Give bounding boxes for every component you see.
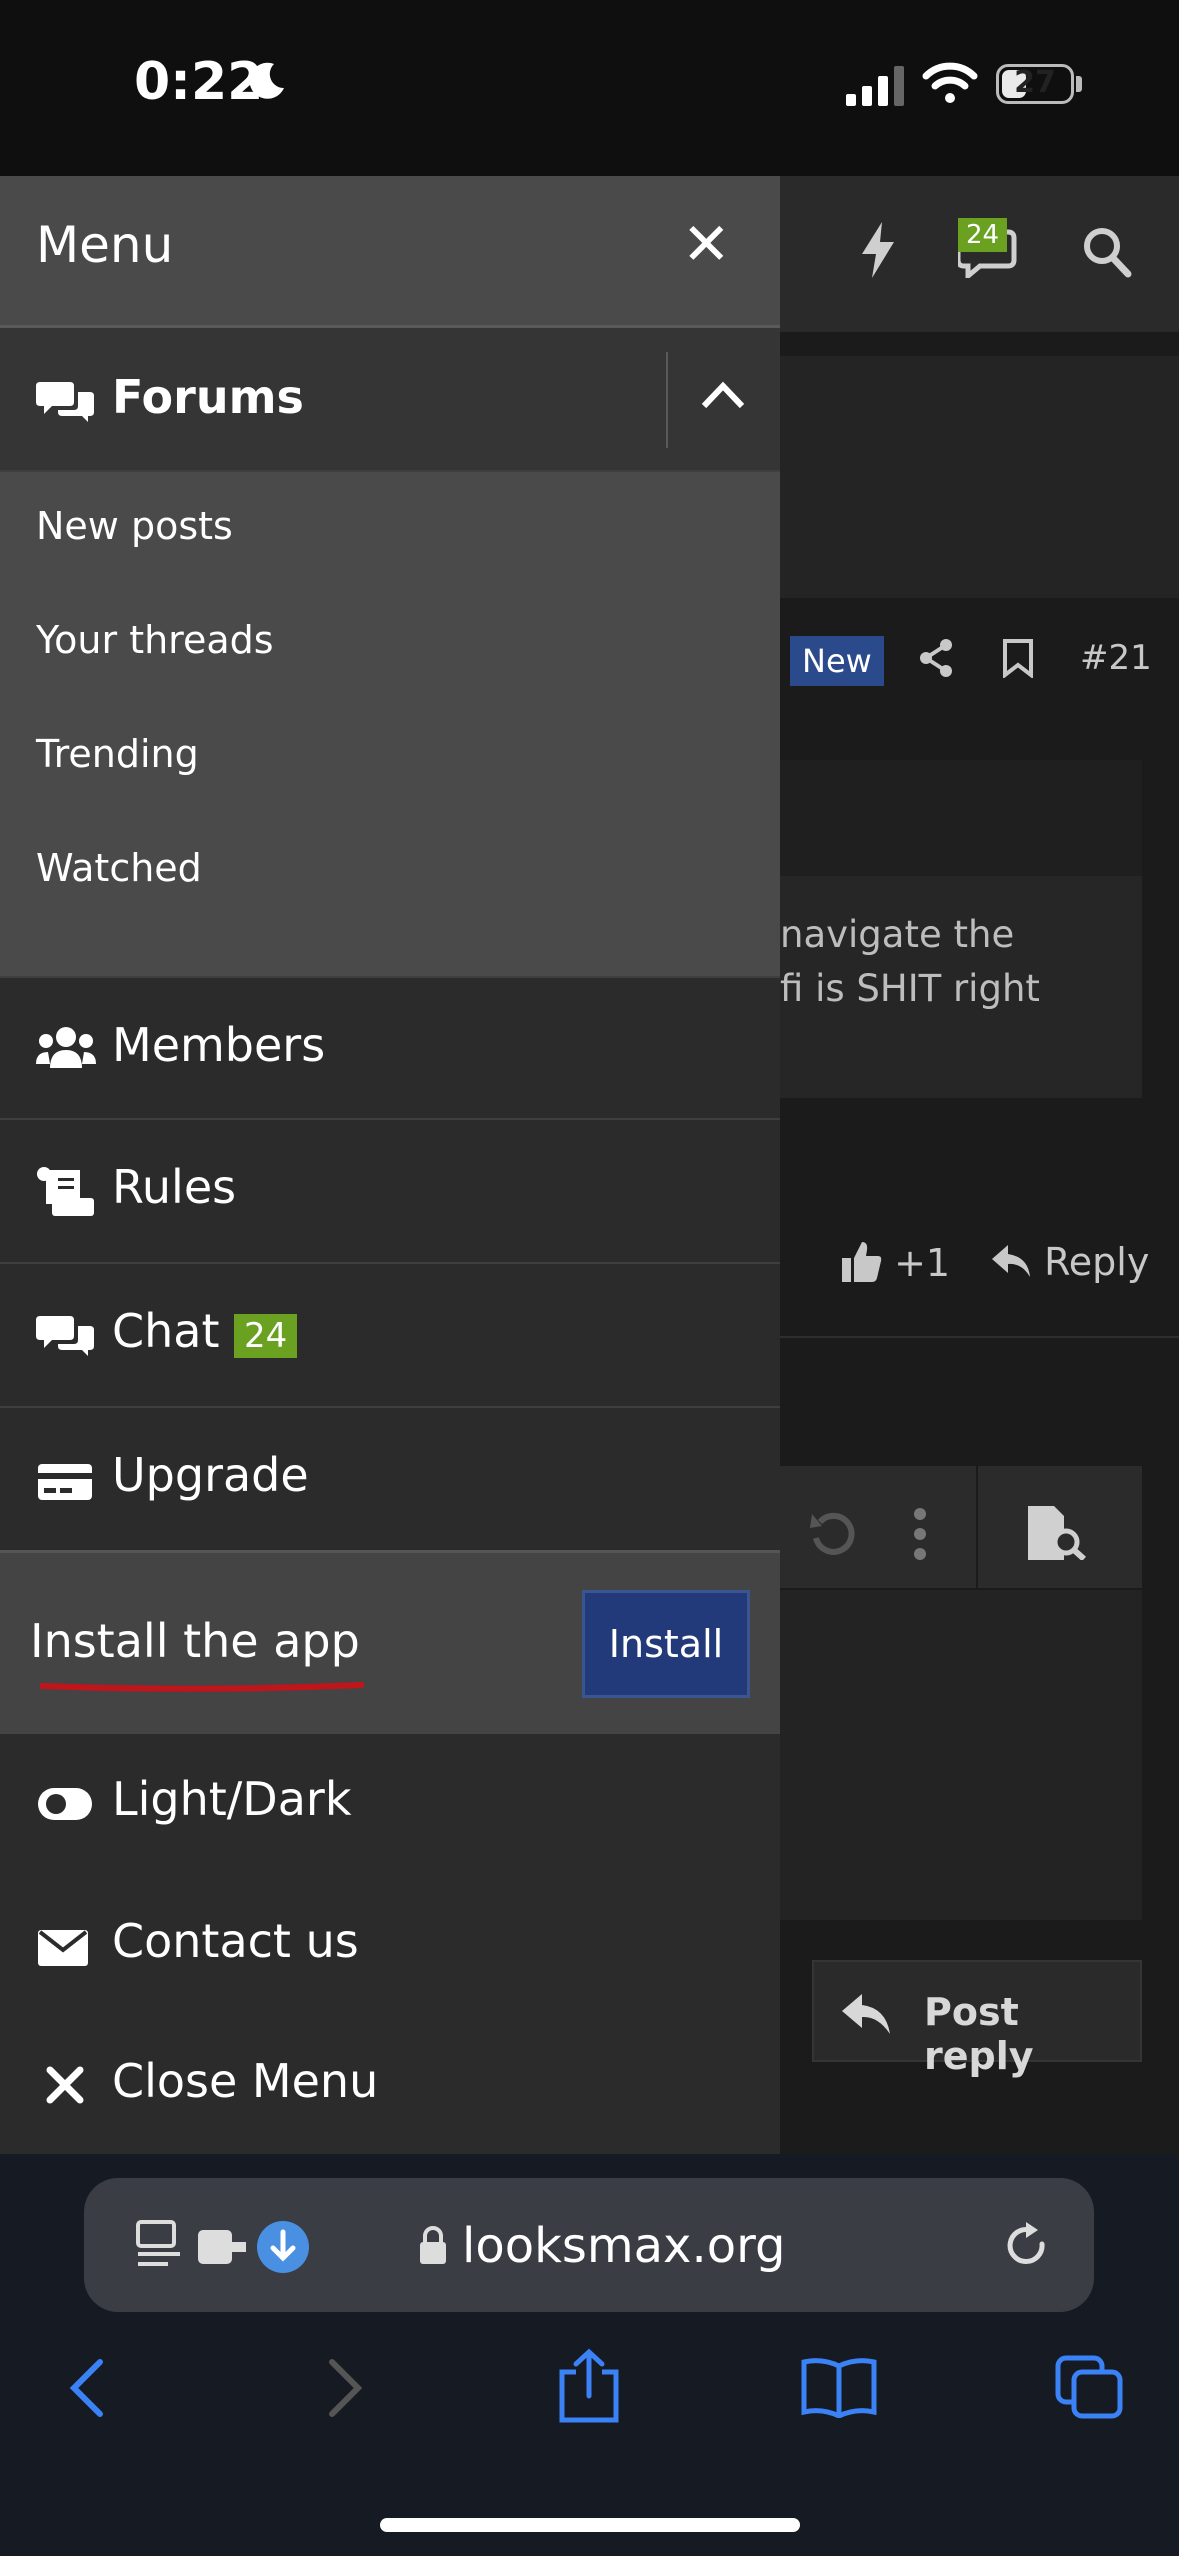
menu-item-rules[interactable]: Rules <box>0 1120 780 1264</box>
reply-button[interactable]: Reply <box>992 1240 1149 1284</box>
preview-icon[interactable] <box>1028 1506 1088 1564</box>
back-icon[interactable] <box>68 2358 108 2418</box>
menu-item-close[interactable]: Close Menu <box>0 2014 780 2154</box>
more-options-icon[interactable] <box>912 1508 928 1564</box>
undo-icon[interactable] <box>808 1508 858 1562</box>
reader-icon[interactable] <box>134 2218 184 2272</box>
forward-icon[interactable] <box>324 2358 364 2418</box>
divider <box>780 1336 1179 1338</box>
envelope-icon <box>38 1930 88 1966</box>
submenu-new-posts[interactable]: New posts <box>36 504 233 548</box>
chat-count-badge: 24 <box>234 1314 298 1358</box>
extension-icon[interactable] <box>196 2226 248 2268</box>
page-section <box>780 356 1179 598</box>
close-icon <box>46 2066 84 2104</box>
scroll-icon <box>37 1167 94 1216</box>
battery-icon: 27 <box>996 64 1074 104</box>
forums-divider <box>666 352 668 448</box>
moon-icon <box>249 62 284 99</box>
bookmark-icon[interactable] <box>1002 638 1034 682</box>
submenu-trending[interactable]: Trending <box>36 732 199 776</box>
chevron-up-icon[interactable] <box>700 380 746 414</box>
menu-item-members[interactable]: Members <box>0 976 780 1120</box>
comments-icon <box>36 382 94 422</box>
install-button[interactable]: Install <box>582 1590 750 1698</box>
credit-card-icon <box>38 1464 92 1500</box>
like-button[interactable]: +1 <box>842 1240 950 1285</box>
search-icon[interactable] <box>1082 226 1132 282</box>
editor-area[interactable] <box>780 1590 1142 1920</box>
battery-nub <box>1076 76 1082 92</box>
wifi-icon <box>922 62 978 103</box>
bolt-icon[interactable] <box>858 222 898 292</box>
post-text: navigate the fi is SHIT right <box>780 913 1040 1010</box>
toolbar-divider <box>976 1466 978 1588</box>
download-icon[interactable] <box>256 2220 310 2274</box>
reload-icon[interactable] <box>1002 2218 1052 2272</box>
lock-icon <box>420 2226 446 2264</box>
chat-bubbles-icon <box>36 1316 94 1356</box>
submenu-watched[interactable]: Watched <box>36 846 202 890</box>
red-underline-annotation <box>40 1682 364 1692</box>
menu-item-contact[interactable]: Contact us <box>0 1874 780 2018</box>
menu-item-light-dark[interactable]: Light/Dark <box>0 1734 780 1878</box>
post-reply-button[interactable]: Post reply <box>812 1960 1142 2078</box>
menu-close-button[interactable]: ✕ <box>682 210 731 278</box>
quote-header <box>780 760 1142 876</box>
submenu-your-threads[interactable]: Your threads <box>36 618 274 662</box>
users-icon <box>36 1027 96 1068</box>
menu-item-chat[interactable]: Chat 24 <box>0 1264 780 1408</box>
share-icon[interactable] <box>556 2348 622 2424</box>
bookmarks-icon[interactable] <box>800 2356 878 2418</box>
menu-item-forums[interactable]: Forums <box>0 328 780 472</box>
menu-title: Menu <box>36 216 174 274</box>
tabs-icon[interactable] <box>1054 2354 1124 2420</box>
signal-icon <box>846 66 904 106</box>
toggle-icon <box>38 1788 92 1820</box>
home-indicator <box>380 2518 800 2532</box>
status-time: 0:22 <box>134 52 264 112</box>
share-icon[interactable] <box>918 638 954 682</box>
chat-badge: 24 <box>958 218 1008 252</box>
install-app-label: Install the app <box>30 1614 360 1668</box>
url-text[interactable]: looksmax.org <box>462 2218 785 2274</box>
post-number[interactable]: #21 <box>1080 638 1152 678</box>
new-tag: New <box>790 636 884 686</box>
menu-item-upgrade[interactable]: Upgrade <box>0 1408 780 1552</box>
